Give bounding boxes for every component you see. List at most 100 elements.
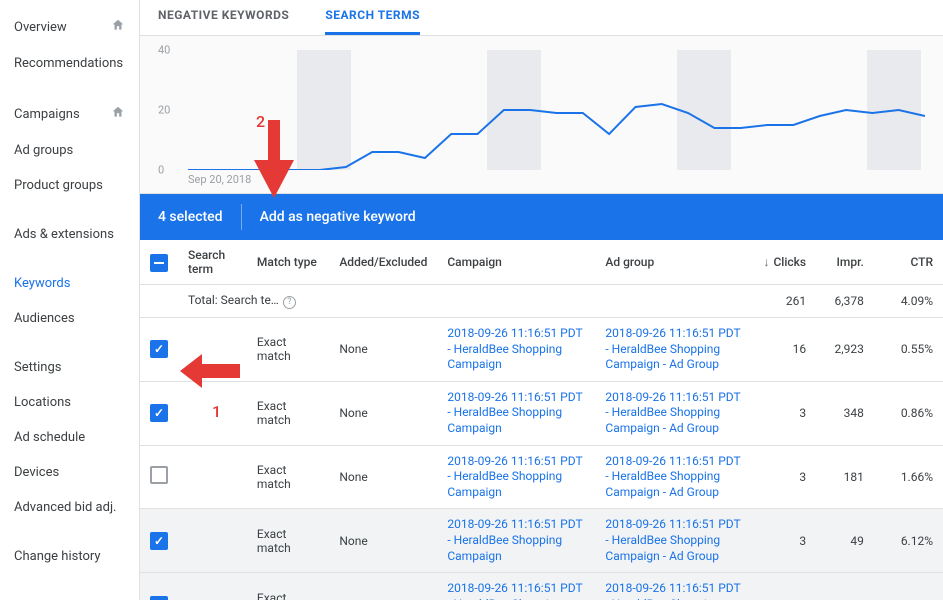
campaign-link[interactable]: 2018-09-26 11:16:51 PDT - HeraldBee Shop…	[447, 454, 582, 499]
sort-desc-icon: ↓	[763, 255, 769, 269]
sidebar-item-label: Product groups	[14, 178, 103, 193]
col-ctr[interactable]: CTR	[874, 240, 943, 285]
cell-impr: 49	[816, 509, 874, 573]
table-row: Exact matchNone2018-09-26 11:16:51 PDT -…	[140, 381, 943, 445]
sidebar-item-settings[interactable]: Settings	[0, 350, 139, 385]
cell-added: None	[329, 381, 437, 445]
sidebar-item-advanced-bid-adj-[interactable]: Advanced bid adj.	[0, 490, 139, 525]
sidebar-item-ad-groups[interactable]: Ad groups	[0, 133, 139, 168]
cell-match-type: Exact match	[247, 318, 329, 382]
row-checkbox[interactable]	[150, 466, 168, 484]
adgroup-link[interactable]: 2018-09-26 11:16:51 PDT - HeraldBee Shop…	[605, 517, 740, 562]
col-ad-group[interactable]: Ad group	[595, 240, 753, 285]
cell-ctr: 40.00%	[874, 573, 943, 600]
divider	[241, 204, 242, 230]
cell-match-type: Exact match	[247, 445, 329, 509]
tab-search-terms[interactable]: SEARCH TERMS	[325, 0, 420, 35]
cell-added: None	[329, 509, 437, 573]
col-match-type[interactable]: Match type	[247, 240, 329, 285]
sidebar-item-label: Locations	[14, 395, 71, 410]
main-panel: NEGATIVE KEYWORDSSEARCH TERMS Sep 20, 20…	[140, 0, 943, 600]
cell-search-term	[178, 445, 247, 509]
adgroup-link[interactable]: 2018-09-26 11:16:51 PDT - HeraldBee Shop…	[605, 454, 740, 499]
campaign-link[interactable]: 2018-09-26 11:16:51 PDT - HeraldBee Shop…	[447, 517, 582, 562]
table-scroll[interactable]: Search term Match type Added/Excluded Ca…	[140, 240, 943, 600]
selection-action-bar: 4 selected Add as negative keyword	[140, 194, 943, 240]
total-row: Total: Search te…? 261 6,378 4.09%	[140, 285, 943, 318]
cell-ctr: 6.12%	[874, 509, 943, 573]
sidebar-item-label: Audiences	[14, 311, 75, 326]
selected-count: 4 selected	[158, 209, 241, 225]
cell-impr: 5	[816, 573, 874, 600]
cell-match-type: Exact match	[247, 509, 329, 573]
cell-clicks: 2	[753, 573, 816, 600]
cell-match-type: Exact match	[247, 573, 329, 600]
cell-added: None	[329, 573, 437, 600]
row-checkbox[interactable]	[150, 596, 168, 600]
total-ctr: 4.09%	[874, 285, 943, 318]
sidebar-item-label: Ad schedule	[14, 430, 85, 445]
adgroup-link[interactable]: 2018-09-26 11:16:51 PDT - HeraldBee Shop…	[605, 581, 740, 600]
sidebar-item-label: Change history	[14, 549, 101, 564]
cell-ctr: 0.55%	[874, 318, 943, 382]
cell-added: None	[329, 318, 437, 382]
sidebar-item-product-groups[interactable]: Product groups	[0, 168, 139, 203]
cell-impr: 2,923	[816, 318, 874, 382]
campaign-link[interactable]: 2018-09-26 11:16:51 PDT - HeraldBee Shop…	[447, 390, 582, 435]
sidebar-item-audiences[interactable]: Audiences	[0, 301, 139, 336]
row-checkbox[interactable]	[150, 532, 168, 550]
sidebar-item-label: Settings	[14, 360, 61, 375]
sidebar-item-locations[interactable]: Locations	[0, 385, 139, 420]
sidebar: Overview Recommendations Campaigns Ad group…	[0, 0, 140, 600]
home-icon	[111, 105, 125, 123]
sidebar-item-label: Keywords	[14, 276, 70, 291]
sidebar-item-label: Devices	[14, 465, 59, 480]
campaign-link[interactable]: 2018-09-26 11:16:51 PDT - HeraldBee Shop…	[447, 326, 582, 371]
chart-ytick: 40	[158, 44, 170, 57]
chart-line	[188, 50, 925, 170]
col-campaign[interactable]: Campaign	[437, 240, 595, 285]
row-checkbox[interactable]	[150, 404, 168, 422]
sidebar-item-ads-extensions[interactable]: Ads & extensions	[0, 217, 139, 252]
sidebar-item-label: Ad groups	[14, 143, 73, 158]
home-icon	[111, 18, 125, 36]
sidebar-item-change-history[interactable]: Change history	[0, 539, 139, 574]
sidebar-item-ad-schedule[interactable]: Ad schedule	[0, 420, 139, 455]
sidebar-item-label: Advanced bid adj.	[14, 500, 116, 515]
sidebar-item-label: Ads & extensions	[14, 227, 114, 242]
help-icon[interactable]: ?	[283, 296, 296, 309]
table-row: Exact matchNone2018-09-26 11:16:51 PDT -…	[140, 509, 943, 573]
total-impr: 6,378	[816, 285, 874, 318]
cell-search-term	[178, 509, 247, 573]
cell-clicks: 3	[753, 445, 816, 509]
cell-ctr: 0.86%	[874, 381, 943, 445]
campaign-link[interactable]: 2018-09-26 11:16:51 PDT - HeraldBee Shop…	[447, 581, 582, 600]
cell-clicks: 3	[753, 381, 816, 445]
sidebar-item-campaigns[interactable]: Campaigns	[0, 95, 139, 133]
col-search-term[interactable]: Search term	[178, 240, 247, 285]
adgroup-link[interactable]: 2018-09-26 11:16:51 PDT - HeraldBee Shop…	[605, 326, 740, 371]
cell-clicks: 3	[753, 509, 816, 573]
tab-negative-keywords[interactable]: NEGATIVE KEYWORDS	[158, 0, 289, 35]
col-added-excluded[interactable]: Added/Excluded	[329, 240, 437, 285]
cell-impr: 181	[816, 445, 874, 509]
sidebar-item-devices[interactable]: Devices	[0, 455, 139, 490]
table-row: Exact matchNone2018-09-26 11:16:51 PDT -…	[140, 318, 943, 382]
col-impr[interactable]: Impr.	[816, 240, 874, 285]
sidebar-item-label: Recommendations	[14, 56, 123, 71]
chart-ytick: 20	[158, 104, 170, 117]
sidebar-item-overview[interactable]: Overview	[0, 8, 139, 46]
chart-ytick: 0	[158, 164, 164, 177]
sidebar-item-keywords[interactable]: Keywords	[0, 266, 139, 301]
add-negative-keyword-button[interactable]: Add as negative keyword	[260, 209, 416, 225]
adgroup-link[interactable]: 2018-09-26 11:16:51 PDT - HeraldBee Shop…	[605, 390, 740, 435]
sidebar-item-recommendations[interactable]: Recommendations	[0, 46, 139, 81]
annotation-label-2: 2	[256, 112, 265, 131]
tabs: NEGATIVE KEYWORDS SEARCH TERMS	[140, 0, 943, 36]
col-clicks[interactable]: ↓Clicks	[753, 240, 816, 285]
select-all-checkbox[interactable]	[150, 254, 168, 272]
sidebar-item-label: Campaigns	[14, 107, 80, 122]
sidebar-item-label: Overview	[14, 20, 67, 35]
row-checkbox[interactable]	[150, 340, 168, 358]
cell-search-term	[178, 318, 247, 382]
